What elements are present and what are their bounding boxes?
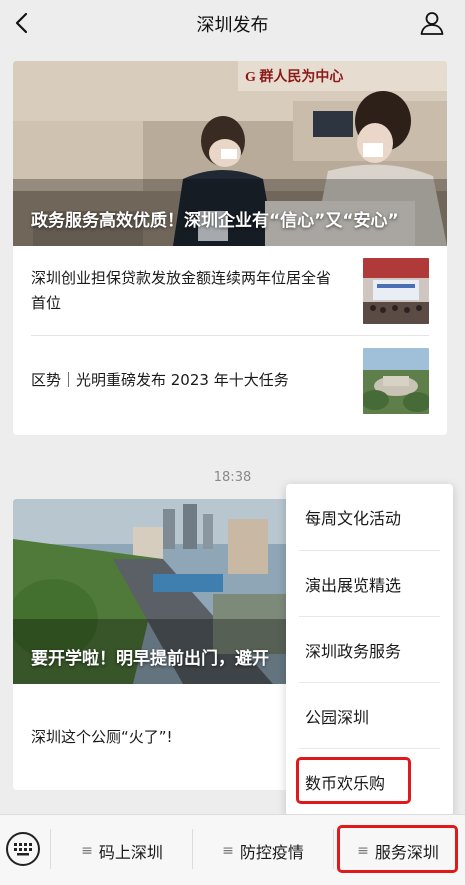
submenu-item-label: 公园深圳 xyxy=(305,707,370,727)
article-thumbnail xyxy=(363,347,429,414)
tab-label: 码上深圳 xyxy=(98,843,163,862)
article-title: 深圳创业担保贷款发放金额连续两年位居全省首位 xyxy=(31,268,332,312)
keyboard-toggle-button[interactable] xyxy=(6,832,40,866)
profile-button[interactable] xyxy=(417,8,447,38)
submenu-item-government-services[interactable]: 深圳政务服务 xyxy=(299,616,440,682)
highlight-box xyxy=(296,757,411,804)
menu-icon: ≡ xyxy=(222,843,234,859)
bottom-menu-bar: ≡ 码上深圳 ≡ 防控疫情 ≡ 服务深圳 xyxy=(0,814,465,885)
list-item[interactable]: 深圳创业担保贷款发放金额连续两年位居全省首位 xyxy=(31,246,429,335)
tab-epidemic-control[interactable]: ≡ 防控疫情 xyxy=(193,835,333,867)
submenu-item-label: 每周文化活动 xyxy=(305,509,402,528)
tab-label: 防控疫情 xyxy=(239,843,304,862)
person-icon xyxy=(420,12,444,35)
submenu-item-label: 演出展览精选 xyxy=(305,575,402,595)
message-timestamp: 18:38 xyxy=(213,470,252,485)
tab-code-shenzhen[interactable]: ≡ 码上深圳 xyxy=(52,835,192,867)
top-nav-bar: 深圳发布 xyxy=(0,0,465,46)
submenu-item-weekly-culture[interactable]: 每周文化活动 xyxy=(299,484,440,550)
page-title: 深圳发布 xyxy=(196,15,269,36)
highlight-box xyxy=(337,825,458,873)
headline-title: 政务服务高效优质！深圳企业有“信心”又“安心” xyxy=(31,211,399,231)
list-item[interactable]: 区势｜光明重磅发布 2023 年十大任务 xyxy=(31,335,429,425)
svg-text:G 群人民为中心: G 群人民为中心 xyxy=(245,68,343,85)
article-title: 区势｜光明重磅发布 2023 年十大任务 xyxy=(31,371,289,389)
article-thumbnail xyxy=(363,257,429,324)
submenu-item-parks[interactable]: 公园深圳 xyxy=(299,682,440,748)
menu-icon: ≡ xyxy=(81,843,93,859)
article-card: G 群人民为中心 政务服务高效优质！深圳企业有“信心”又“安心” 深圳创业担保贷… xyxy=(13,61,447,435)
submenu-item-label: 深圳政务服务 xyxy=(305,641,402,661)
keyboard-icon xyxy=(14,843,32,856)
headline-article[interactable]: G 群人民为中心 政务服务高效优质！深圳企业有“信心”又“安心” xyxy=(13,61,447,246)
submenu-item-shows-exhibitions[interactable]: 演出展览精选 xyxy=(299,550,440,616)
divider xyxy=(50,829,51,869)
